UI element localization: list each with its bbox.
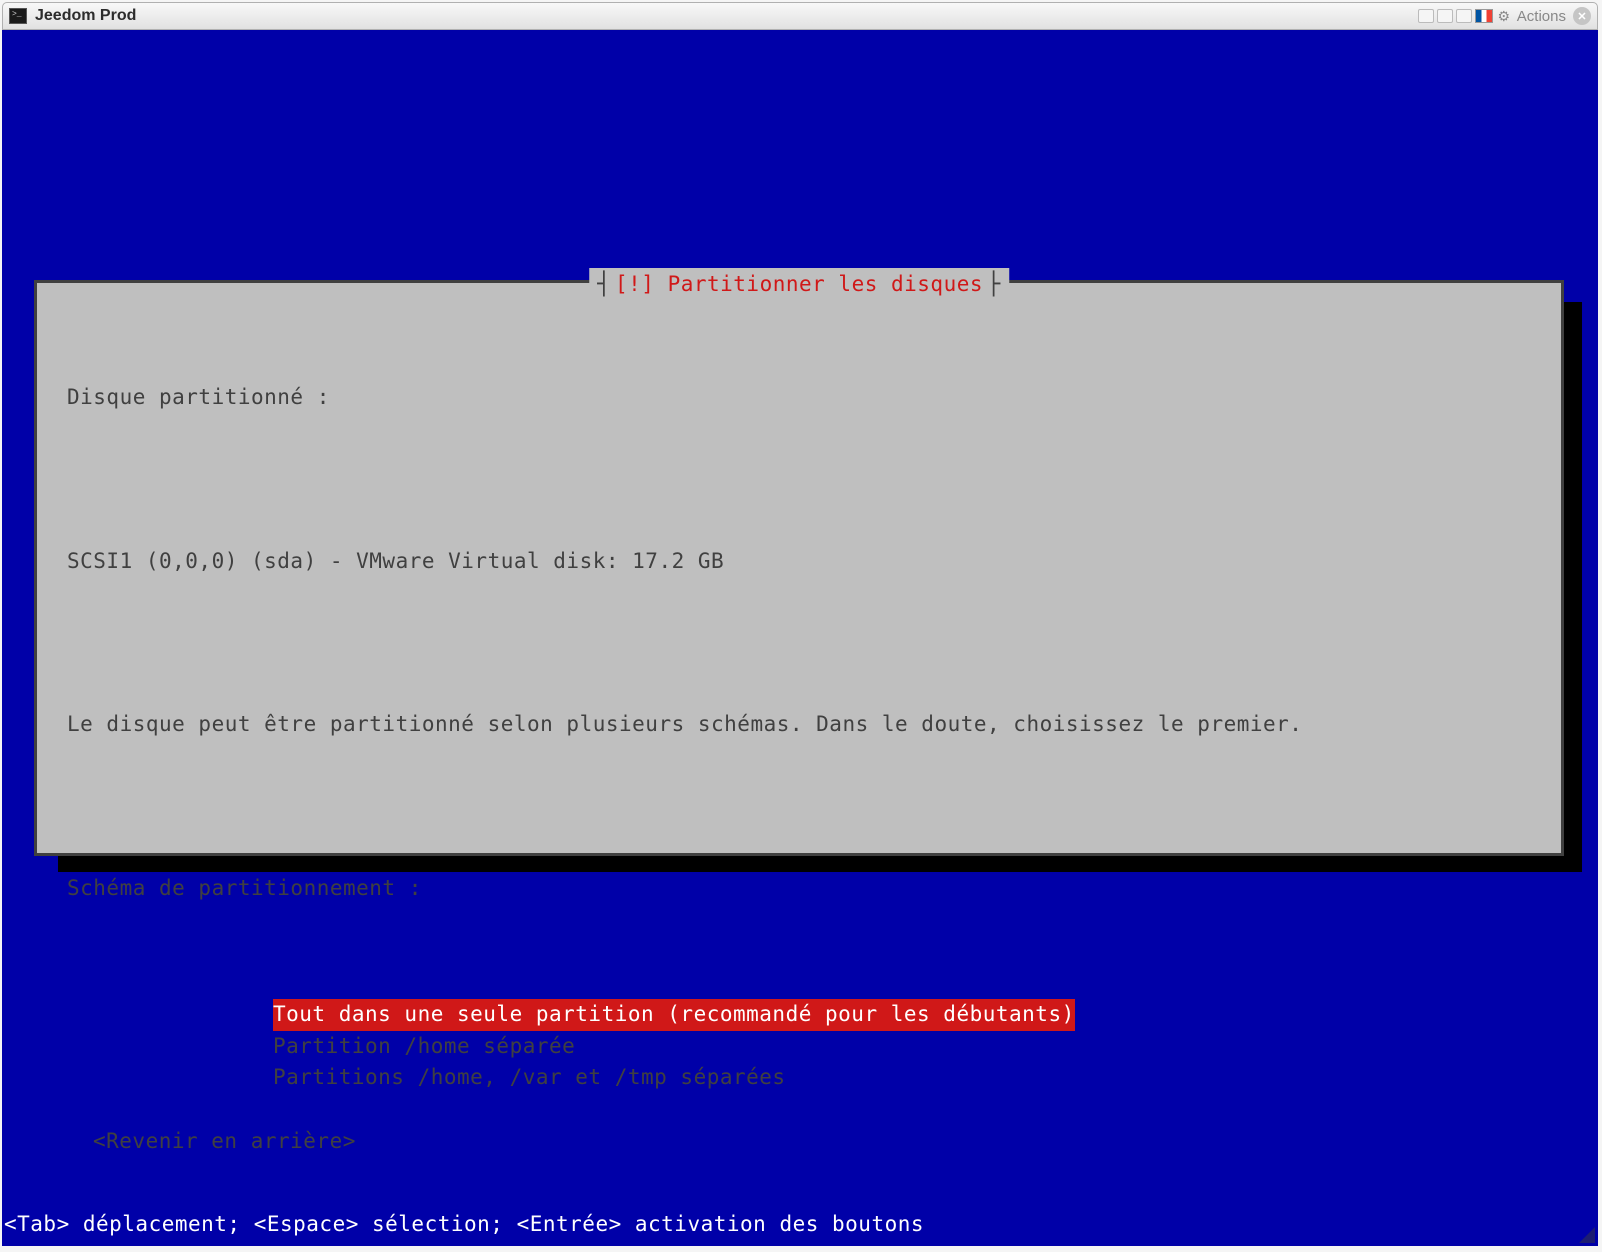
window-title: Jeedom Prod	[35, 7, 136, 25]
dialog-title: [!] Partitionner les disques	[611, 269, 987, 301]
titlebar: Jeedom Prod ⚙ Actions ✕	[2, 2, 1598, 30]
dialog-title-wrap: ┤ [!] Partitionner les disques ├	[589, 268, 1009, 301]
dialog-content: Disque partitionné : SCSI1 (0,0,0) (sda)…	[67, 313, 1531, 967]
console-icon	[9, 8, 27, 24]
window-button-2[interactable]	[1437, 9, 1453, 23]
vm-console-window: Jeedom Prod ⚙ Actions ✕ ┤ [!] Partitionn…	[2, 2, 1598, 1246]
title-bracket-left: ┤	[597, 268, 611, 301]
resize-grip-icon[interactable]	[1577, 1225, 1595, 1243]
title-bracket-right: ├	[987, 268, 1001, 301]
option-separate-home[interactable]: Partition /home séparée	[273, 1034, 575, 1058]
titlebar-left: Jeedom Prod	[9, 7, 136, 25]
titlebar-right: ⚙ Actions ✕	[1418, 7, 1591, 25]
window-button-1[interactable]	[1418, 9, 1434, 23]
disk-info: SCSI1 (0,0,0) (sda) - VMware Virtual dis…	[67, 546, 1531, 578]
console-screen[interactable]: ┤ [!] Partitionner les disques ├ Disque …	[2, 30, 1598, 1246]
flag-fr-icon[interactable]	[1475, 9, 1493, 23]
gear-icon[interactable]: ⚙	[1496, 8, 1512, 24]
partition-dialog: ┤ [!] Partitionner les disques ├ Disque …	[34, 280, 1564, 856]
close-icon[interactable]: ✕	[1573, 7, 1591, 25]
partition-scheme-options: Tout dans une seule partition (recommand…	[273, 999, 1531, 1094]
actions-label[interactable]: Actions	[1517, 8, 1566, 25]
window-button-3[interactable]	[1456, 9, 1472, 23]
option-separate-home-var-tmp[interactable]: Partitions /home, /var et /tmp séparées	[273, 1065, 786, 1089]
scheme-label: Schéma de partitionnement :	[67, 873, 1531, 905]
go-back-button[interactable]: <Revenir en arrière>	[93, 1126, 1531, 1158]
dialog-heading: Disque partitionné :	[67, 382, 1531, 414]
dialog-description: Le disque peut être partitionné selon pl…	[67, 709, 1531, 741]
footer-help-text: <Tab> déplacement; <Espace> sélection; <…	[4, 1209, 924, 1241]
option-all-one-partition[interactable]: Tout dans une seule partition (recommand…	[273, 999, 1075, 1031]
